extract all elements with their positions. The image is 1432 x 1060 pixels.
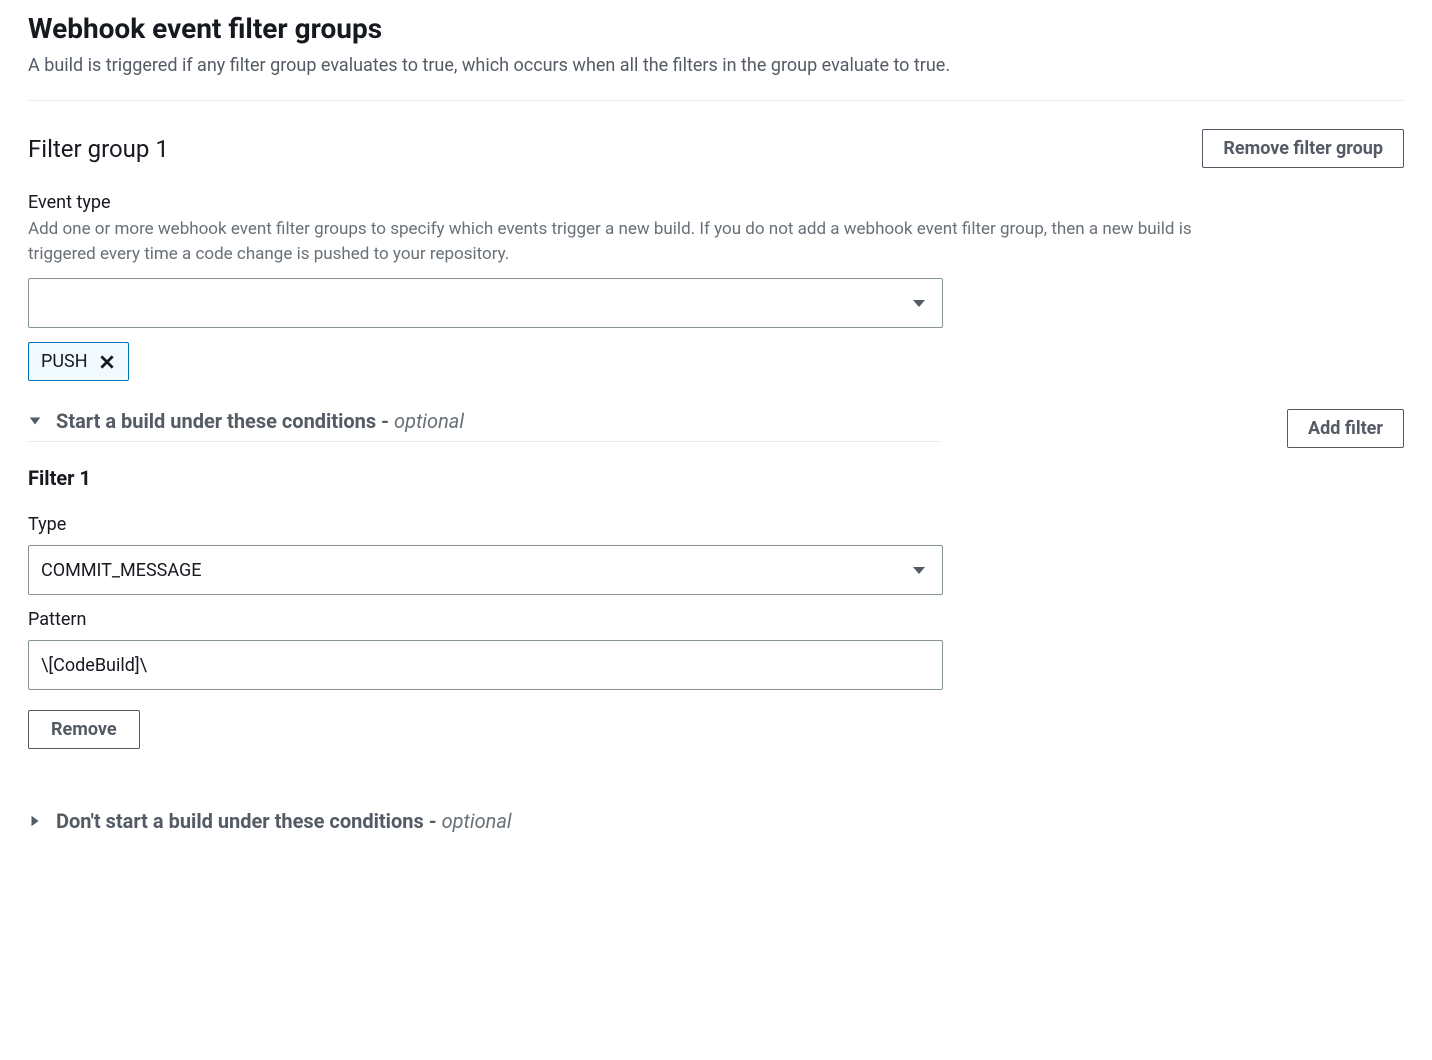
filter-heading: Filter 1 xyxy=(28,466,1404,490)
filter-pattern-input[interactable] xyxy=(28,640,943,690)
filter-type-label: Type xyxy=(28,514,1404,535)
event-type-select[interactable] xyxy=(28,278,943,328)
event-type-tag-label: PUSH xyxy=(41,351,88,372)
page-description: A build is triggered if any filter group… xyxy=(28,53,1404,78)
event-type-help: Add one or more webhook event filter gro… xyxy=(28,217,1238,266)
dont-start-conditions-title: Don't start a build under these conditio… xyxy=(56,809,512,833)
caret-down-icon xyxy=(28,414,42,428)
caret-right-icon xyxy=(28,814,42,828)
start-conditions-title: Start a build under these conditions - o… xyxy=(56,409,464,433)
start-conditions-toggle[interactable]: Start a build under these conditions - o… xyxy=(28,409,940,442)
event-type-label: Event type xyxy=(28,192,1404,213)
remove-filter-group-button[interactable]: Remove filter group xyxy=(1202,129,1404,168)
remove-filter-button[interactable]: Remove xyxy=(28,710,140,749)
dont-start-conditions-toggle[interactable]: Don't start a build under these conditio… xyxy=(28,809,1404,833)
filter-pattern-label: Pattern xyxy=(28,609,1404,630)
filter-type-select[interactable]: COMMIT_MESSAGE xyxy=(28,545,943,595)
add-filter-button[interactable]: Add filter xyxy=(1287,409,1404,448)
page-title: Webhook event filter groups xyxy=(28,12,1404,45)
filter-group-title: Filter group 1 xyxy=(28,135,169,163)
remove-tag-icon[interactable] xyxy=(98,353,116,371)
event-type-tag: PUSH xyxy=(28,342,129,381)
